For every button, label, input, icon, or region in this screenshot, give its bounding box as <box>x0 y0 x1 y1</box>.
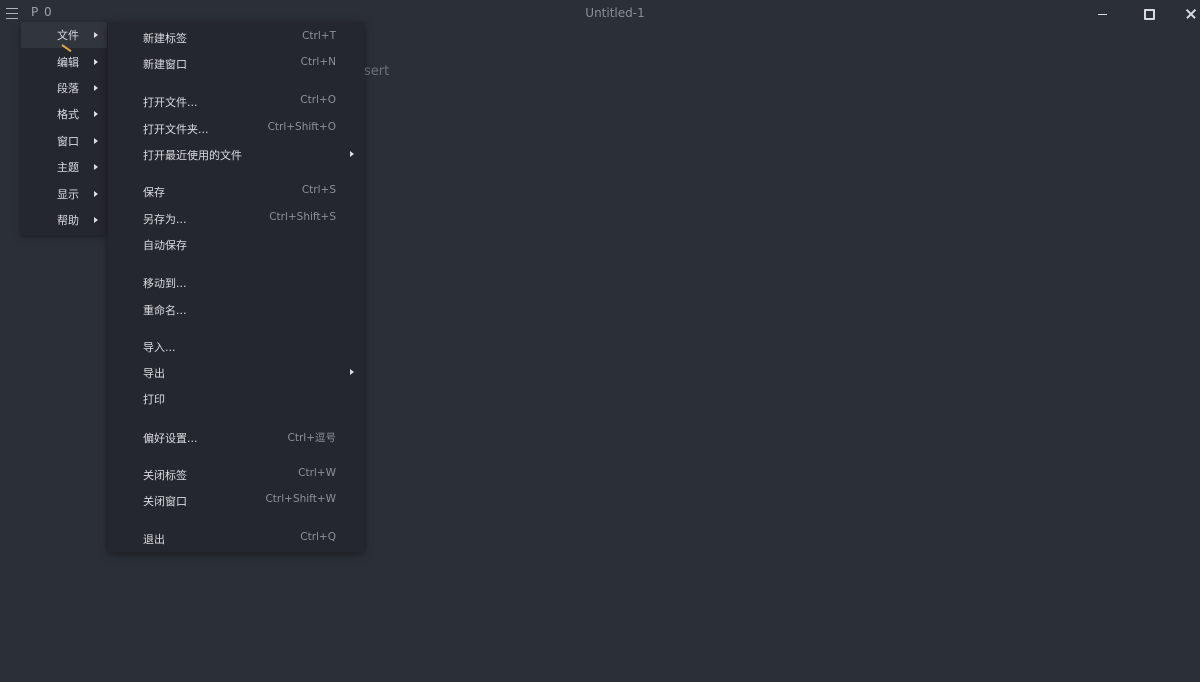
submenu-item-label: 退出 <box>143 533 165 546</box>
menu-item-label: 格式 <box>57 108 79 122</box>
submenu-item-auto-save[interactable]: 自动保存 <box>108 232 364 256</box>
menu-item-label: 编辑 <box>57 55 79 69</box>
menu-item-edit[interactable]: 编辑 <box>21 48 107 74</box>
shortcut-text: Ctrl+N <box>300 56 336 68</box>
submenu-item-label: 关闭标签 <box>143 469 187 482</box>
submenu-item-label: 打开文件... <box>143 96 198 109</box>
close-icon[interactable] <box>1179 4 1200 24</box>
chevron-right-icon <box>94 216 98 223</box>
submenu-item-label: 新建标签 <box>143 32 187 45</box>
chevron-right-icon <box>94 137 98 144</box>
shortcut-text: Ctrl+S <box>301 184 336 196</box>
chevron-right-icon <box>94 58 98 65</box>
window-title: Untitled-1 <box>585 6 645 20</box>
submenu-item-label: 打印 <box>143 393 165 406</box>
chevron-right-icon <box>94 190 98 197</box>
shortcut-text: Ctrl+Q <box>300 531 336 543</box>
submenu-item-label: 移动到... <box>143 277 187 290</box>
file-submenu: 新建标签 Ctrl+T 新建窗口 Ctrl+N 打开文件... Ctrl+O 打… <box>108 22 364 552</box>
submenu-item-move-to[interactable]: 移动到... <box>108 270 364 294</box>
shortcut-text: Ctrl+逗号 <box>287 432 336 444</box>
shortcut-text: Ctrl+Shift+W <box>265 493 336 505</box>
menu-item-label: 文件 <box>57 29 79 43</box>
submenu-item-label: 导入... <box>143 341 176 354</box>
submenu-item-new-tab[interactable]: 新建标签 Ctrl+T <box>108 25 364 49</box>
editor-placeholder[interactable]: sert <box>364 64 389 79</box>
chevron-right-icon <box>94 32 98 39</box>
submenu-item-label: 导出 <box>143 367 165 380</box>
shortcut-text: Ctrl+O <box>300 94 336 106</box>
submenu-item-open-folder[interactable]: 打开文件夹... Ctrl+Shift+O <box>108 116 364 140</box>
menu-item-label: 主题 <box>57 161 79 175</box>
submenu-item-label: 打开最近使用的文件 <box>143 149 242 162</box>
submenu-item-label: 自动保存 <box>143 239 187 252</box>
chevron-right-icon <box>350 369 354 375</box>
submenu-item-close-tab[interactable]: 关闭标签 Ctrl+W <box>108 462 364 486</box>
submenu-item-label: 重命名... <box>143 304 187 317</box>
submenu-item-label: 打开文件夹... <box>143 123 209 136</box>
submenu-item-label: 保存 <box>143 186 165 199</box>
menu-item-window[interactable]: 窗口 <box>21 128 107 154</box>
submenu-item-export[interactable]: 导出 <box>108 360 364 384</box>
submenu-item-quit[interactable]: 退出 Ctrl+Q <box>108 526 364 550</box>
menu-item-theme[interactable]: 主题 <box>21 154 107 180</box>
shortcut-text: Ctrl+W <box>298 467 336 479</box>
menu-item-label: 段落 <box>57 81 79 95</box>
menu-item-paragraph[interactable]: 段落 <box>21 75 107 101</box>
submenu-item-preferences[interactable]: 偏好设置... Ctrl+逗号 <box>108 425 364 449</box>
submenu-item-open-file[interactable]: 打开文件... Ctrl+O <box>108 89 364 113</box>
menu-item-label: 显示 <box>57 187 79 201</box>
shortcut-text: Ctrl+Shift+O <box>267 121 336 133</box>
chevron-right-icon <box>94 164 98 171</box>
chevron-right-icon <box>350 151 354 157</box>
menu-item-label: 窗口 <box>57 134 79 148</box>
shortcut-text: Ctrl+Shift+S <box>269 211 336 223</box>
menu-item-view[interactable]: 显示 <box>21 180 107 206</box>
submenu-item-label: 偏好设置... <box>143 432 198 445</box>
submenu-item-save[interactable]: 保存 Ctrl+S <box>108 179 364 203</box>
submenu-item-rename[interactable]: 重命名... <box>108 297 364 321</box>
submenu-item-close-window[interactable]: 关闭窗口 Ctrl+Shift+W <box>108 488 364 512</box>
submenu-item-import[interactable]: 导入... <box>108 334 364 358</box>
chevron-right-icon <box>94 111 98 118</box>
submenu-item-new-window[interactable]: 新建窗口 Ctrl+N <box>108 51 364 75</box>
submenu-item-save-as[interactable]: 另存为... Ctrl+Shift+S <box>108 206 364 230</box>
minimize-icon[interactable] <box>1089 4 1117 24</box>
main-menu: 文件 编辑 段落 格式 窗口 主题 显示 帮助 <box>21 22 107 235</box>
maximize-icon[interactable] <box>1135 4 1163 24</box>
submenu-item-open-recent[interactable]: 打开最近使用的文件 <box>108 142 364 166</box>
shortcut-text: Ctrl+T <box>302 30 336 42</box>
submenu-item-label: 关闭窗口 <box>143 495 187 508</box>
menu-item-help[interactable]: 帮助 <box>21 207 107 233</box>
chevron-right-icon <box>94 84 98 91</box>
menu-item-label: 帮助 <box>57 213 79 227</box>
submenu-item-print[interactable]: 打印 <box>108 386 364 410</box>
submenu-item-label: 新建窗口 <box>143 58 187 71</box>
submenu-item-label: 另存为... <box>143 213 187 226</box>
menu-item-format[interactable]: 格式 <box>21 101 107 127</box>
